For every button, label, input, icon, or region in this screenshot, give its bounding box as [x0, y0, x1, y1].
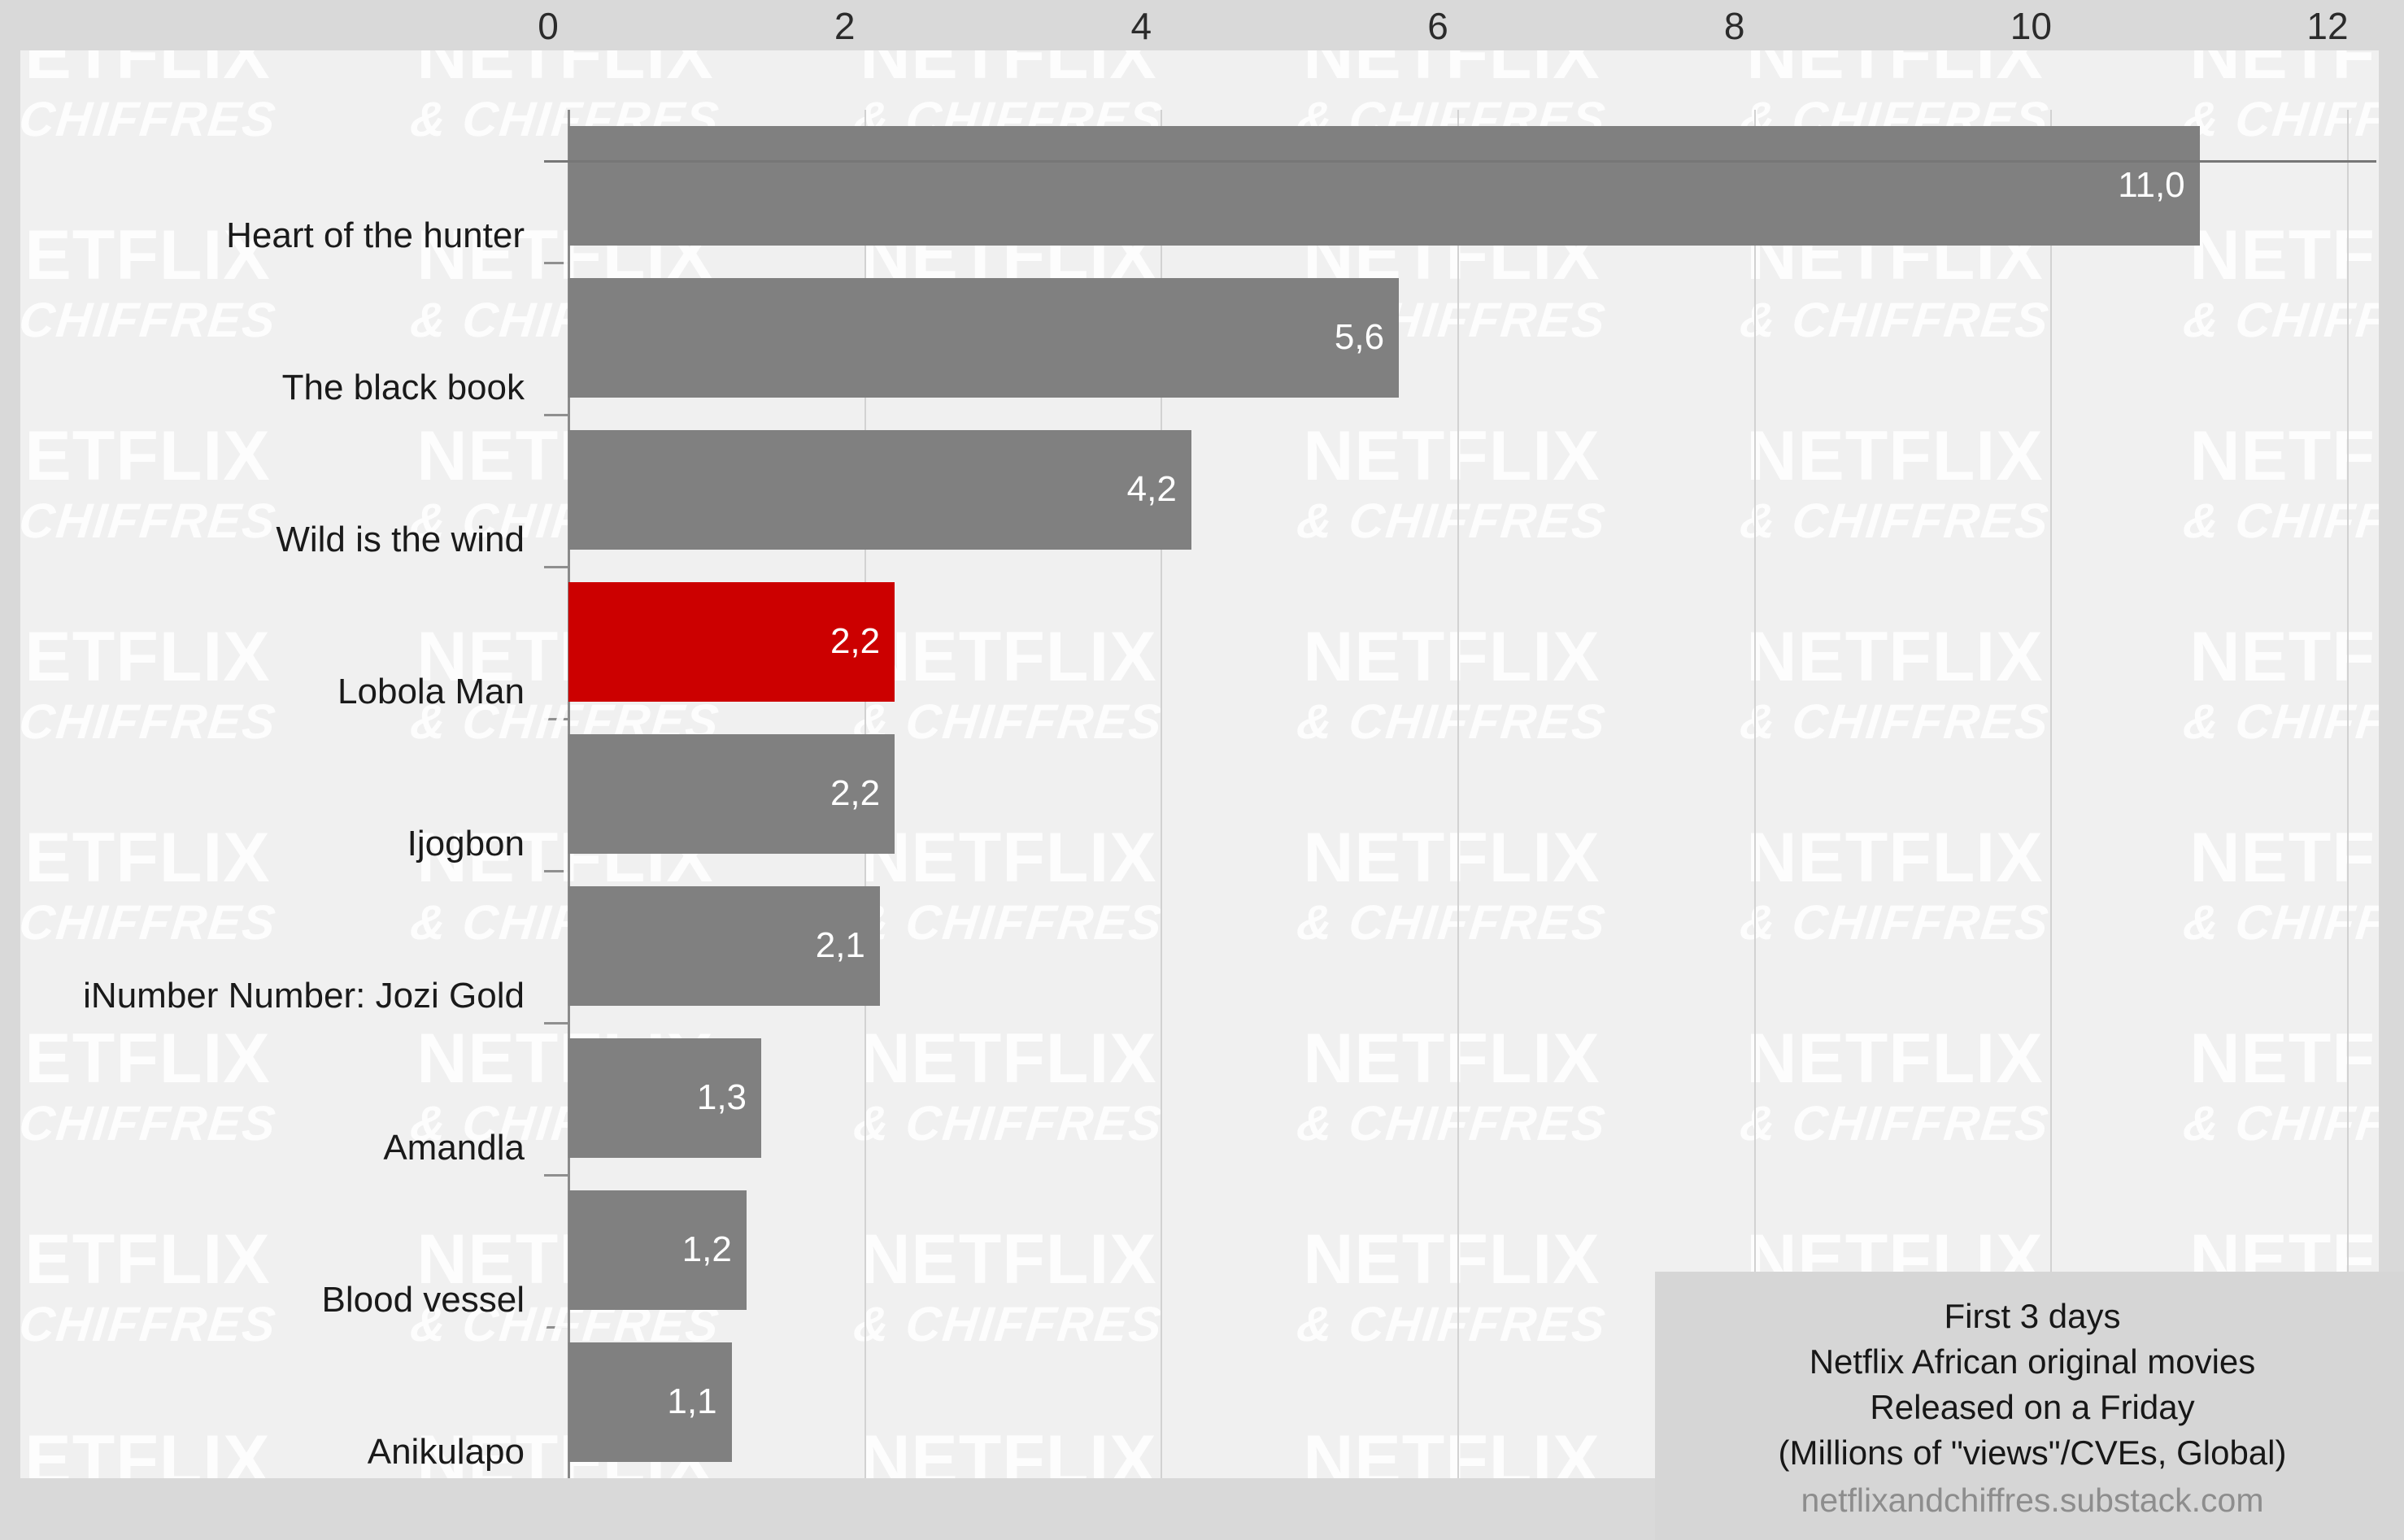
- watermark-brand: NETFLIX: [1746, 50, 2044, 94]
- plot-panel: NETFLIX& CHIFFRESNETFLIX& CHIFFRESNETFLI…: [20, 50, 2404, 1540]
- x-axis-tick-label: 0: [538, 5, 559, 47]
- bar-row[interactable]: 2,2: [568, 581, 2348, 703]
- bar[interactable]: 11,0: [568, 125, 2200, 246]
- bar[interactable]: 1,3: [568, 1038, 762, 1159]
- caption-line-2: Netflix African original movies: [1809, 1342, 2256, 1381]
- chart-figure: 0 2 4 6 8 10 12 NETFLIX& CHIFFRESNETFLIX& CHIF…: [0, 0, 2404, 1540]
- y-axis-tick-mark: [544, 566, 568, 568]
- category-label: The black book: [20, 328, 525, 449]
- caption-line-3: Released on a Friday: [1870, 1388, 2195, 1426]
- category-label: Amandla: [20, 1089, 525, 1209]
- category-label-text: The black book: [281, 368, 525, 408]
- x-axis-tick-label: 8: [1723, 5, 1745, 47]
- category-label-text: Amandla: [383, 1128, 525, 1168]
- bar[interactable]: 1,1: [568, 1342, 732, 1463]
- bar-value-label: 5,6: [1334, 317, 1385, 358]
- category-label: iNumber Number: Jozi Gold: [20, 937, 525, 1057]
- watermark-brand: NETFLIX: [20, 50, 271, 94]
- bar-row[interactable]: 2,1: [568, 885, 2348, 1007]
- bar[interactable]: 2,2: [568, 733, 895, 855]
- bar-value-label: 2,1: [815, 925, 865, 966]
- caption-box: First 3 days Netflix African original mo…: [1655, 1272, 2404, 1540]
- y-axis-tick-mark: [544, 414, 568, 416]
- bar[interactable]: 2,1: [568, 885, 880, 1007]
- caption-line-1: First 3 days: [1944, 1297, 2121, 1335]
- x-axis-tick-label: 4: [1130, 5, 1152, 47]
- bar-row[interactable]: 1,3: [568, 1038, 2348, 1159]
- bar-value-label: 1,1: [667, 1381, 717, 1422]
- category-label: Blood vessel: [20, 1241, 525, 1361]
- y-axis-tick-mark: [544, 1022, 568, 1024]
- category-label-text: iNumber Number: Jozi Gold: [83, 976, 525, 1016]
- bar-row[interactable]: 5,6: [568, 277, 2348, 398]
- watermark-brand: NETFLIX: [860, 50, 1157, 94]
- category-label-text: Wild is the wind: [276, 520, 525, 560]
- x-axis-tick-label: 10: [2010, 5, 2052, 47]
- top-axis-line: [544, 160, 2376, 163]
- bar-highlighted[interactable]: 2,2: [568, 581, 895, 703]
- y-axis-tick-mark: [544, 718, 568, 720]
- bar[interactable]: 4,2: [568, 429, 1191, 550]
- x-axis-tick-label: 6: [1427, 5, 1448, 47]
- bar-value-label: 4,2: [1126, 469, 1177, 510]
- bar-value-label: 2,2: [830, 773, 881, 814]
- category-label-text: Ijogbon: [407, 824, 525, 864]
- bar-value-label: 1,2: [682, 1229, 732, 1270]
- watermark-brand: NETFLIX: [416, 50, 714, 94]
- bar[interactable]: 5,6: [568, 277, 1400, 398]
- y-axis-category-labels: Heart of the hunter The black book Wild is…: [20, 101, 544, 1529]
- x-axis-tick-labels: 0 2 4 6 8 10 12: [0, 0, 2404, 50]
- watermark-brand: NETFLIX: [1303, 50, 1600, 94]
- bar-row[interactable]: 2,2: [568, 733, 2348, 855]
- x-axis-tick-label: 2: [834, 5, 856, 47]
- category-label: Lobola Man: [20, 633, 525, 753]
- watermark-brand: NETFLIX: [2189, 50, 2379, 94]
- category-label-text: Blood vessel: [321, 1280, 525, 1320]
- category-label: Ijogbon: [20, 785, 525, 905]
- category-label-text: Heart of the hunter: [226, 215, 525, 256]
- y-axis-tick-mark: [544, 1326, 568, 1329]
- bar-value-label: 11,0: [2118, 165, 2185, 206]
- source-url: netflixandchiffres.substack.com: [1801, 1481, 2264, 1519]
- bar-row[interactable]: 4,2: [568, 429, 2348, 550]
- y-axis-tick-mark: [544, 870, 568, 872]
- category-label: Heart of the hunter: [20, 176, 525, 297]
- category-label: Anikulapo: [20, 1393, 525, 1513]
- bar-value-label: 2,2: [830, 621, 881, 662]
- category-label-text: Lobola Man: [338, 672, 525, 712]
- y-axis-tick-mark: [544, 262, 568, 264]
- bar-row[interactable]: 11,0: [568, 125, 2348, 246]
- bar-value-label: 1,3: [696, 1077, 747, 1118]
- bar[interactable]: 1,2: [568, 1190, 747, 1311]
- caption-line-4: (Millions of "views"/CVEs, Global): [1778, 1433, 2287, 1472]
- category-label: Wild is the wind: [20, 481, 525, 601]
- x-axis-tick-label: 12: [2306, 5, 2349, 47]
- y-axis-tick-mark: [544, 1174, 568, 1177]
- category-label-text: Anikulapo: [367, 1432, 525, 1473]
